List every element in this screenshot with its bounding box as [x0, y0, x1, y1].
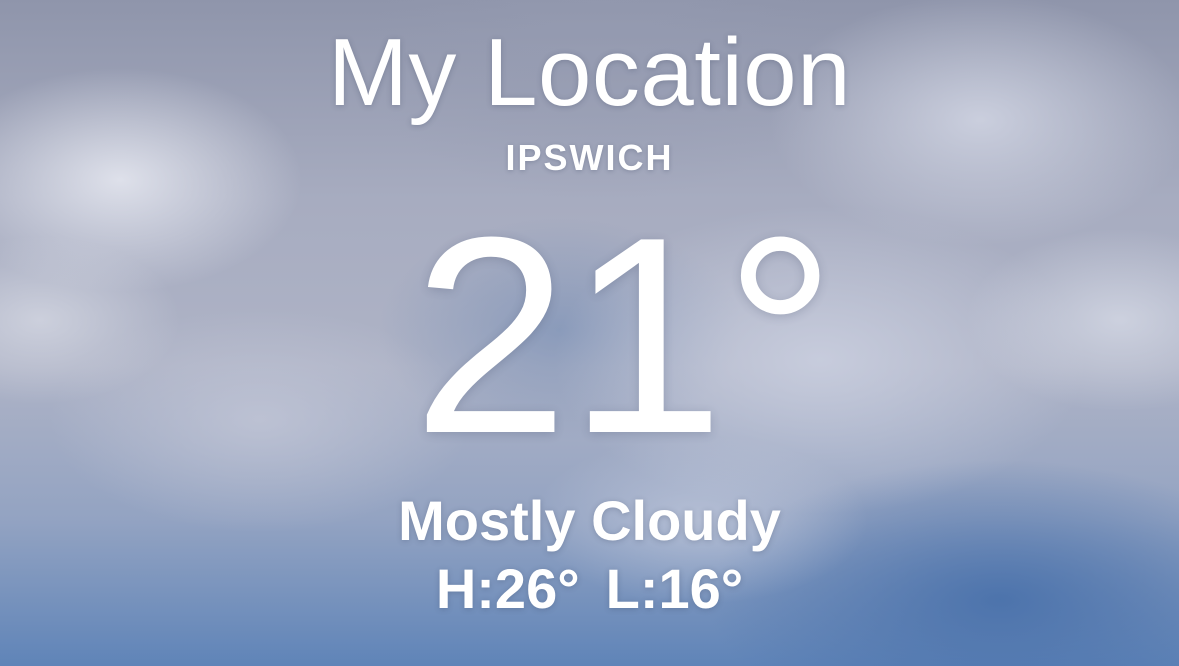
weather-header: My Location IPSWICH 21° Mostly Cloudy H:…: [0, 0, 1179, 666]
temperature-value: 21°: [412, 180, 837, 492]
high-low-temperatures: H:26° L:16°: [0, 558, 1179, 620]
current-temperature: 21°: [0, 196, 1179, 476]
weather-condition: Mostly Cloudy: [398, 489, 781, 552]
location-city-name: IPSWICH: [505, 137, 674, 178]
high-temperature: H:26°: [435, 557, 580, 620]
low-temperature: L:16°: [605, 557, 744, 620]
location-title: My Location: [327, 19, 852, 126]
